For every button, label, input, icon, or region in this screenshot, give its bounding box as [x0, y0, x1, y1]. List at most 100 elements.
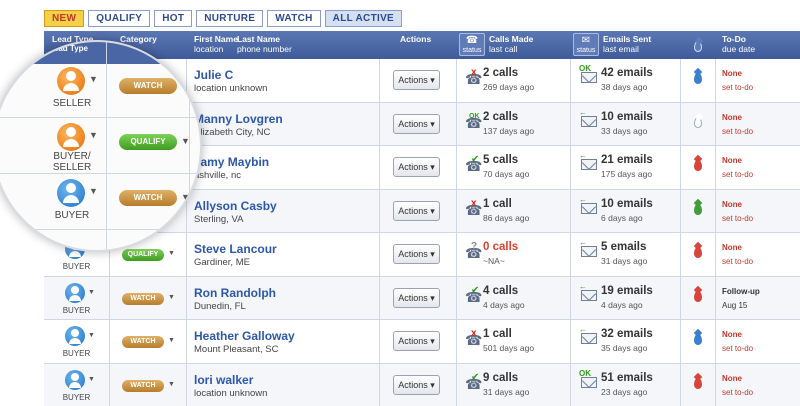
envelope-icon[interactable] — [581, 333, 597, 344]
todo-cell: None set to-do — [716, 190, 800, 233]
actions-dropdown[interactable]: Actions ▾ — [393, 331, 440, 351]
emails-count: 19 emails — [601, 284, 653, 297]
email-status-icon: ✉ status — [573, 33, 599, 56]
set-todo-link[interactable]: set to-do — [722, 214, 753, 223]
lead-name-link[interactable]: lori walker — [194, 373, 253, 387]
temperature-cell — [681, 233, 716, 276]
set-todo-link[interactable]: set to-do — [722, 257, 753, 266]
set-todo-link[interactable]: set to-do — [722, 388, 753, 397]
col-phone: phone number — [237, 44, 292, 54]
col-last-name: Last Name — [237, 34, 280, 44]
lens-lead-type: BUYER/ SELLER — [52, 151, 92, 173]
temperature-drop-icon[interactable] — [694, 73, 702, 84]
temperature-drop-icon[interactable] — [694, 377, 702, 389]
actions-dropdown[interactable]: Actions ▾ — [393, 244, 440, 264]
table-row[interactable]: ▼ BUYER WATCH ▼ Heather Galloway Mount P… — [44, 320, 800, 364]
lead-name-link[interactable]: Allyson Casby — [194, 199, 277, 213]
chevron-down-icon[interactable]: ▼ — [168, 337, 175, 344]
table-row[interactable]: ▼ BUYER QUALIFY ▼ Steve Lancour Gardiner… — [44, 233, 800, 277]
lead-location: location unknown — [194, 387, 268, 399]
chevron-down-icon: ▼ — [181, 136, 190, 146]
name-cell: Tamy Maybin ashville, nc — [187, 146, 380, 189]
last-call: 4 days ago — [483, 299, 525, 310]
lead-name-link[interactable]: Manny Lovgren — [194, 112, 283, 126]
category-badge[interactable]: WATCH — [122, 336, 164, 348]
set-todo-link[interactable]: set to-do — [722, 344, 753, 353]
lead-avatar-icon[interactable] — [65, 282, 85, 303]
lead-name-link[interactable]: Heather Galloway — [194, 329, 295, 343]
last-email: 33 days ago — [601, 125, 648, 136]
actions-dropdown[interactable]: Actions ▾ — [393, 374, 440, 395]
chevron-down-icon[interactable]: ▼ — [168, 250, 175, 257]
col-name[interactable]: First Name Last Name location phone numb… — [187, 31, 380, 59]
todo-status: None — [722, 373, 742, 383]
emails-count: 10 emails — [601, 110, 653, 123]
set-todo-link[interactable]: set to-do — [722, 127, 753, 136]
set-todo-link[interactable]: set to-do — [722, 83, 753, 92]
chevron-down-icon[interactable]: ▼ — [88, 376, 95, 383]
lead-avatar-icon[interactable] — [65, 369, 85, 390]
chevron-down-icon[interactable]: ▼ — [88, 289, 95, 296]
actions-dropdown[interactable]: Actions ▾ — [393, 200, 440, 221]
temperature-drop-icon[interactable] — [694, 247, 702, 258]
temperature-drop-icon[interactable] — [694, 290, 702, 302]
col-emails[interactable]: ✉ status Emails Sent last email — [571, 31, 681, 59]
envelope-icon[interactable] — [581, 202, 597, 214]
tab-nurture[interactable]: NURTURE — [196, 10, 264, 27]
lead-name-link[interactable]: Steve Lancour — [194, 242, 277, 256]
temperature-drop-icon[interactable] — [694, 160, 702, 171]
temperature-drop-icon[interactable] — [694, 203, 702, 215]
lead-avatar-icon[interactable] — [65, 326, 85, 346]
lead-name-link[interactable]: Tamy Maybin — [194, 155, 269, 169]
actions-dropdown[interactable]: Actions ▾ — [393, 157, 440, 177]
tab-hot[interactable]: HOT — [154, 10, 193, 27]
email-status-mark: ← — [579, 151, 587, 160]
todo-cell: None set to-do — [716, 146, 800, 189]
name-cell: Julie C location unknown — [187, 59, 380, 102]
envelope-icon[interactable] — [581, 289, 597, 301]
chevron-down-icon[interactable]: ▼ — [168, 381, 175, 388]
lead-location: Mount Pleasant, SC — [194, 344, 279, 355]
calls-count: 5 calls — [483, 154, 519, 166]
col-todo[interactable]: To-Do due date — [716, 31, 800, 59]
temperature-drop-icon[interactable] — [694, 116, 702, 128]
col-temperature[interactable] — [681, 31, 716, 59]
table-row[interactable]: ▼ BUYER WATCH ▼ Ron Randolph Dunedin, FL… — [44, 276, 800, 320]
emails-count: 32 emails — [601, 328, 653, 340]
todo-status: None — [722, 243, 742, 252]
col-calls[interactable]: ☎ status Calls Made last call — [457, 31, 571, 59]
actions-dropdown[interactable]: Actions ▾ — [393, 287, 440, 308]
chevron-down-icon[interactable]: ▼ — [168, 294, 175, 301]
lead-type-cell: ▼ BUYER — [44, 320, 110, 363]
last-call: ~NA~ — [483, 256, 505, 266]
temperature-drop-icon[interactable] — [694, 334, 702, 345]
calls-count: 2 calls — [483, 110, 519, 123]
calls-count: 2 calls — [483, 67, 519, 79]
envelope-icon[interactable] — [581, 246, 597, 257]
actions-cell: Actions ▾ — [380, 276, 457, 319]
todo-status: None — [722, 156, 742, 165]
calls-cell: ☎ x 1 call 86 days ago — [457, 189, 571, 232]
envelope-icon[interactable] — [581, 159, 597, 170]
tab-all-active[interactable]: ALL ACTIVE — [324, 10, 403, 27]
lens-category-badge: WATCH — [119, 78, 177, 94]
category-cell: WATCH ▼ — [110, 276, 187, 319]
category-badge[interactable]: WATCH — [122, 292, 164, 305]
tab-watch[interactable]: WATCH — [267, 10, 321, 27]
tab-new[interactable]: NEW — [44, 10, 85, 27]
actions-dropdown[interactable]: Actions ▾ — [393, 70, 440, 90]
table-row[interactable]: ▼ BUYER WATCH ▼ lori walker location unk… — [44, 363, 800, 406]
lead-type-label: BUYER — [62, 392, 91, 402]
actions-dropdown[interactable]: Actions ▾ — [393, 113, 440, 134]
chevron-down-icon[interactable]: ▼ — [88, 332, 95, 339]
envelope-icon[interactable] — [581, 72, 597, 83]
set-todo-link[interactable]: set to-do — [722, 170, 753, 179]
category-badge[interactable]: QUALIFY — [122, 249, 164, 261]
category-badge[interactable]: WATCH — [122, 379, 164, 392]
envelope-icon[interactable] — [581, 115, 597, 127]
envelope-icon[interactable] — [581, 376, 597, 388]
last-call: 269 days ago — [483, 82, 535, 92]
tab-qualify[interactable]: QUALIFY — [88, 10, 151, 27]
lead-name-link[interactable]: Ron Randolph — [194, 286, 276, 300]
set-todo-link[interactable]: Aug 15 — [722, 301, 747, 310]
